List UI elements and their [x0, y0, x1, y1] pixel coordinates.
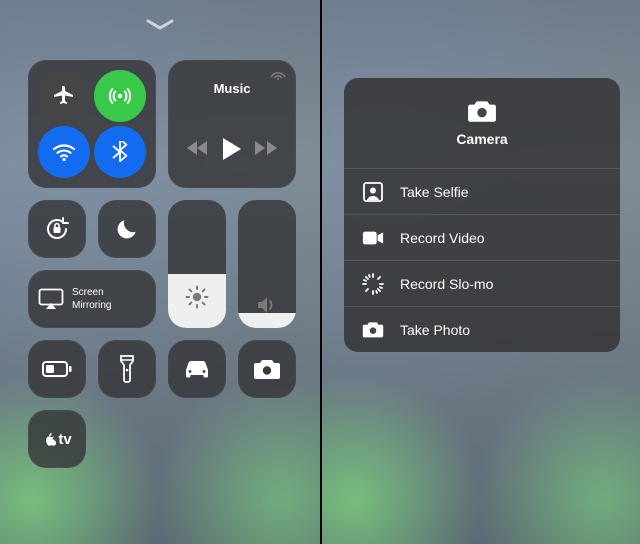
music-tile[interactable]: Music — [168, 60, 296, 188]
apple-tv-button[interactable]: tv — [28, 410, 86, 468]
flashlight-button[interactable] — [98, 340, 156, 398]
wifi-icon — [51, 139, 77, 165]
action-label: Take Photo — [400, 322, 470, 338]
action-label: Record Video — [400, 230, 485, 246]
action-take-selfie[interactable]: Take Selfie — [344, 168, 620, 214]
volume-icon — [256, 295, 278, 320]
play-icon — [221, 137, 243, 161]
airplane-mode-toggle[interactable] — [38, 70, 90, 122]
action-label: Take Selfie — [400, 184, 468, 200]
action-record-slomo[interactable]: Record Slo-mo — [344, 260, 620, 306]
music-prev-button[interactable] — [186, 136, 210, 160]
apple-logo-icon — [42, 431, 56, 447]
next-track-icon — [255, 140, 277, 156]
screen-mirroring-button[interactable]: Screen Mirroring — [28, 270, 156, 328]
orientation-lock-button[interactable] — [28, 200, 86, 258]
action-take-photo[interactable]: Take Photo — [344, 306, 620, 352]
driving-mode-button[interactable] — [168, 340, 226, 398]
screen-mirroring-label: Screen Mirroring — [72, 286, 111, 312]
cellular-icon — [107, 83, 133, 109]
apple-tv-label: tv — [58, 433, 71, 446]
action-label: Record Slo-mo — [400, 276, 493, 292]
battery-icon — [42, 361, 72, 377]
low-power-mode-button[interactable] — [28, 340, 86, 398]
camera-icon — [467, 99, 497, 123]
music-label: Music — [168, 82, 296, 95]
bluetooth-icon — [109, 141, 131, 163]
flashlight-icon — [120, 355, 134, 383]
menu-title: Camera — [456, 131, 507, 147]
slomo-icon — [362, 273, 384, 295]
prev-track-icon — [187, 140, 209, 156]
grabber-handle[interactable] — [146, 18, 174, 36]
airplay-video-icon — [38, 288, 64, 310]
selfie-icon — [362, 181, 384, 203]
camera-quick-actions-screen: Camera Take Selfie Record Video Record S… — [320, 0, 640, 544]
action-record-video[interactable]: Record Video — [344, 214, 620, 260]
camera-icon — [253, 358, 281, 380]
music-next-button[interactable] — [254, 136, 278, 160]
cellular-data-toggle[interactable] — [94, 70, 146, 122]
do-not-disturb-button[interactable] — [98, 200, 156, 258]
music-play-button[interactable] — [217, 134, 247, 164]
airplay-audio-icon — [270, 68, 286, 80]
bluetooth-toggle[interactable] — [94, 126, 146, 178]
wifi-toggle[interactable] — [38, 126, 90, 178]
brightness-icon — [185, 285, 209, 314]
camera-button[interactable] — [238, 340, 296, 398]
brightness-slider[interactable] — [168, 200, 226, 328]
camera-icon — [362, 320, 384, 339]
video-icon — [362, 230, 384, 246]
moon-icon — [114, 216, 140, 242]
orientation-lock-icon — [42, 214, 72, 244]
control-center-screen: Music — [0, 0, 320, 544]
connectivity-tile[interactable] — [28, 60, 156, 188]
volume-slider[interactable] — [238, 200, 296, 328]
car-icon — [182, 359, 212, 379]
airplane-icon — [52, 84, 76, 108]
chevron-down-icon — [146, 19, 174, 31]
camera-quick-actions-menu: Camera Take Selfie Record Video Record S… — [344, 78, 620, 352]
menu-header: Camera — [344, 78, 620, 168]
